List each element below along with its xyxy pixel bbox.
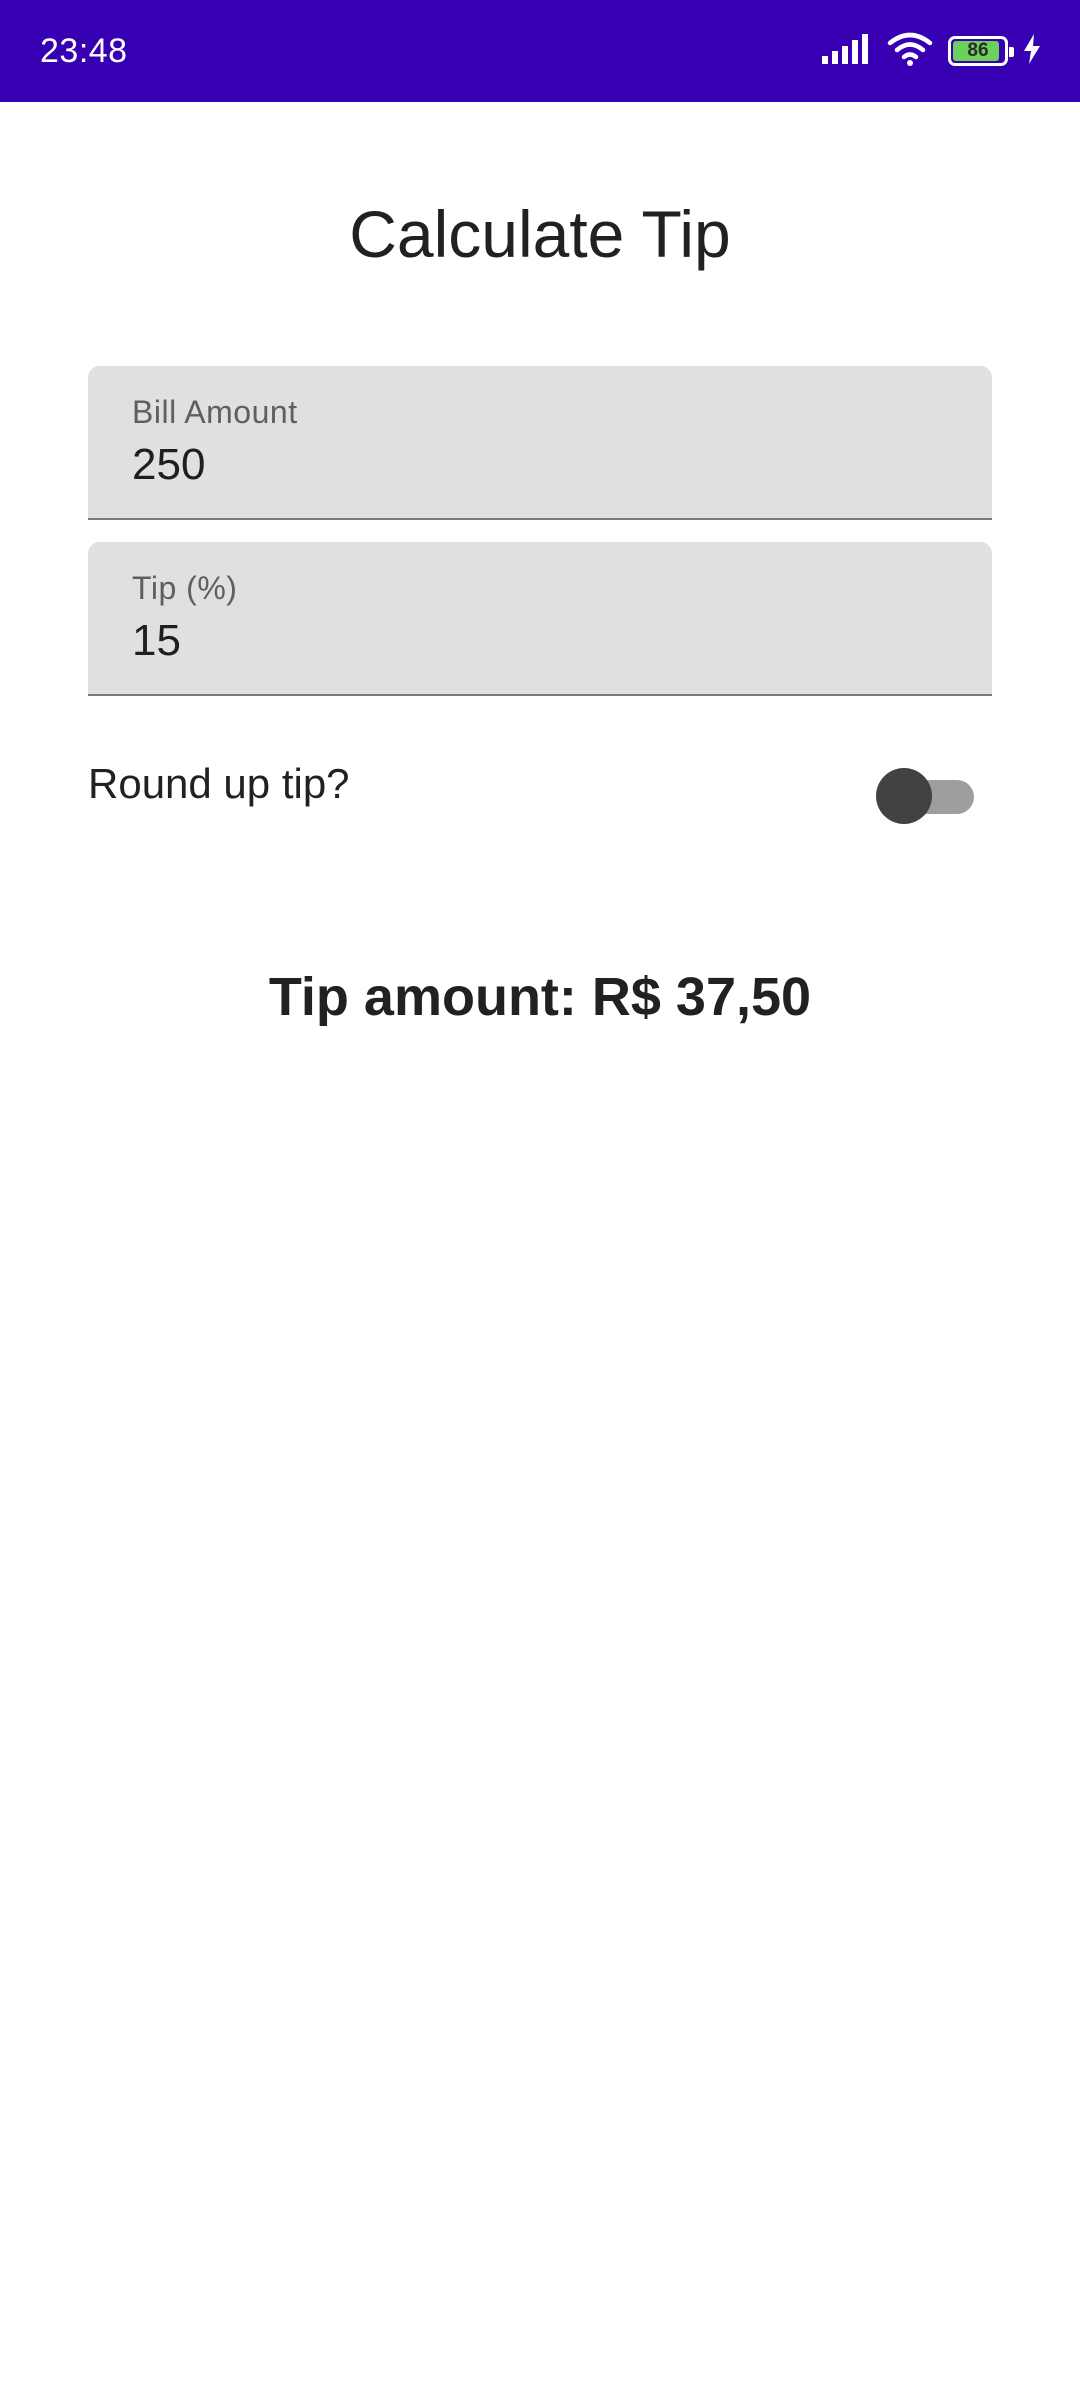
round-up-label: Round up tip?	[88, 760, 350, 807]
tip-percent-field[interactable]: Tip (%)	[88, 542, 992, 696]
battery-icon: 86	[948, 36, 1014, 66]
tip-percent-label: Tip (%)	[132, 570, 238, 606]
battery-level: 86	[967, 40, 989, 61]
battery-cap	[1009, 47, 1014, 57]
round-up-row: Round up tip?	[88, 740, 992, 830]
page-title: Calculate Tip	[349, 197, 731, 271]
charging-icon	[1022, 33, 1042, 70]
wifi-icon	[886, 31, 934, 72]
bill-amount-field[interactable]: Bill Amount	[88, 366, 992, 520]
signal-icon	[820, 32, 872, 71]
round-up-switch[interactable]	[876, 766, 974, 824]
bill-amount-label: Bill Amount	[132, 394, 298, 430]
tip-amount-text: Tip amount: R$ 37,50	[268, 967, 812, 1027]
bill-amount-input[interactable]	[132, 440, 932, 490]
tip-percent-input[interactable]	[132, 616, 932, 666]
status-bar: 23:48 86	[0, 0, 1080, 102]
status-icons: 86	[820, 0, 1042, 102]
switch-thumb	[876, 768, 932, 824]
status-time: 23:48	[40, 32, 128, 70]
